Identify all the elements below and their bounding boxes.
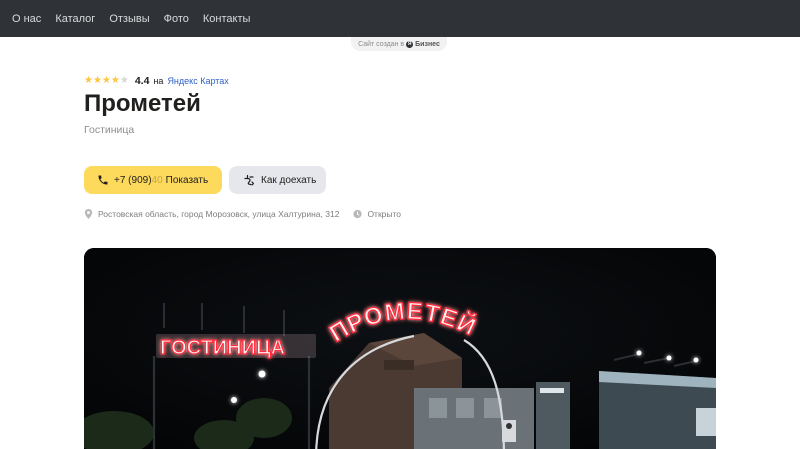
yandex-logo-icon: Я: [406, 40, 414, 48]
neon-text-hotel: ГОСТИНИЦА: [160, 337, 285, 359]
rating-row: ★ ★ ★ ★ ★ 4.4 на Яндекс Картах: [84, 74, 229, 88]
star-icon: ★: [110, 75, 120, 86]
made-with-badge[interactable]: Сайт создан в Я Бизнес: [351, 37, 447, 51]
made-with-brand: Бизнес: [415, 40, 440, 48]
route-icon: [244, 174, 255, 186]
rating-value: 4.4: [134, 75, 150, 87]
rating-on-text: на: [153, 76, 164, 86]
info-board: [502, 420, 516, 442]
hotel-photo-image: ГОСТИНИЦА ПРОМЕТЕЙ: [84, 248, 716, 449]
nav-item-reviews[interactable]: Отзывы: [109, 13, 149, 25]
right-canopy: [599, 371, 716, 449]
open-status: Открыто: [367, 209, 402, 219]
top-navigation: О нас Каталог Отзывы Фото Контакты: [0, 0, 800, 37]
yandex-maps-link[interactable]: Яндекс Картах: [167, 76, 228, 86]
neon-sign-left: ГОСТИНИЦА: [156, 334, 316, 360]
star-icon: ★: [92, 75, 102, 86]
address-text: Ростовская область, город Морозовск, ули…: [98, 209, 340, 219]
show-phone-button[interactable]: +7 (909) 40 Показать: [84, 166, 222, 194]
made-with-text: Сайт создан в: [358, 40, 405, 48]
info-row: Ростовская область, город Морозовск, ули…: [84, 207, 401, 221]
route-button[interactable]: Как доехать: [229, 166, 326, 194]
star-icon: ★: [101, 75, 111, 86]
hotel-photo[interactable]: ГОСТИНИЦА ПРОМЕТЕЙ: [84, 248, 716, 449]
location-pin-icon: [84, 209, 93, 219]
phone-number-visible: +7 (909): [114, 174, 152, 186]
business-category: Гостиница: [84, 124, 135, 136]
nav-item-photos[interactable]: Фото: [164, 13, 189, 25]
nav-item-about[interactable]: О нас: [12, 13, 41, 25]
star-icon: ★: [119, 75, 129, 86]
nav-item-contacts[interactable]: Контакты: [203, 13, 251, 25]
show-phone-label: Показать: [165, 174, 209, 186]
page-title: Прометей: [84, 90, 201, 117]
nav-item-catalog[interactable]: Каталог: [55, 13, 95, 25]
clock-icon: [353, 209, 363, 219]
route-button-label: Как доехать: [261, 174, 317, 186]
rating-stars: ★ ★ ★ ★ ★: [84, 76, 129, 86]
phone-icon: [98, 175, 108, 185]
star-icon: ★: [84, 75, 93, 86]
phone-number-fade: 40: [151, 174, 163, 186]
